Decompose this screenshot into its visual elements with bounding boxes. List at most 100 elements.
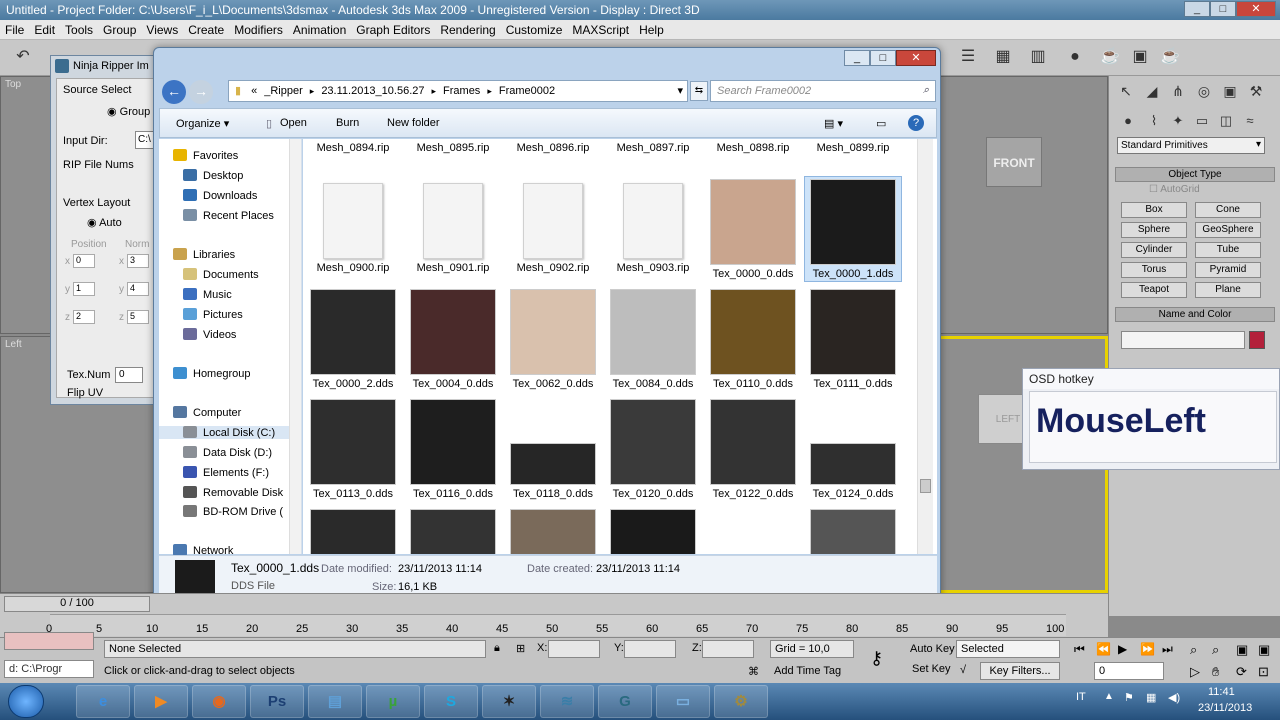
pyramid-button[interactable]: Pyramid bbox=[1195, 262, 1261, 278]
create-tab-icon[interactable]: ↖ bbox=[1113, 78, 1139, 104]
file-item[interactable] bbox=[405, 507, 501, 554]
cylinder-button[interactable]: Cylinder bbox=[1121, 242, 1187, 258]
language-indicator[interactable]: IT bbox=[1076, 691, 1086, 703]
file-item[interactable] bbox=[305, 507, 401, 554]
file-item[interactable]: Tex_0000_1.dds bbox=[804, 176, 902, 282]
teapot-button[interactable]: Teapot bbox=[1121, 282, 1187, 298]
menu-group[interactable]: Group bbox=[98, 20, 141, 40]
menu-rendering[interactable]: Rendering bbox=[435, 20, 500, 40]
curve-editor-icon[interactable]: ▦ bbox=[990, 44, 1016, 70]
sphere-button[interactable]: Sphere bbox=[1121, 222, 1187, 238]
set-key-icon[interactable]: ⚷ bbox=[870, 648, 883, 669]
clock-time[interactable]: 11:41 bbox=[1208, 686, 1235, 698]
file-item[interactable]: Tex_0000_0.dds bbox=[705, 177, 801, 281]
nav-item-homegroup[interactable]: Homegroup bbox=[173, 367, 250, 380]
clock-date[interactable]: 23/11/2013 bbox=[1198, 702, 1252, 714]
menu-graph-editors[interactable]: Graph Editors bbox=[351, 20, 435, 40]
zoom-extents-all-icon[interactable]: ▣ bbox=[1258, 642, 1270, 658]
texnum-field[interactable]: 0 bbox=[115, 367, 143, 383]
view-options-icon[interactable]: ▤ ▾ bbox=[824, 117, 843, 130]
maxscript-mini-listener[interactable] bbox=[4, 632, 94, 650]
file-item[interactable] bbox=[505, 507, 601, 554]
menu-views[interactable]: Views bbox=[141, 20, 183, 40]
breadcrumb-separator-icon[interactable]: ▸ bbox=[310, 86, 315, 96]
explorer-minimize-button[interactable]: _ bbox=[844, 50, 870, 66]
file-view-scrollbar[interactable] bbox=[917, 139, 933, 554]
render-setup-icon[interactable]: ☕ bbox=[1097, 44, 1123, 70]
zoom-extents-icon[interactable]: ▣ bbox=[1236, 642, 1248, 658]
preview-pane-icon[interactable]: ▭ bbox=[876, 117, 886, 130]
network-tray-icon[interactable]: ▦ bbox=[1146, 691, 1156, 704]
menu-animation[interactable]: Animation bbox=[288, 20, 351, 40]
nav-item-libraries[interactable]: Libraries bbox=[173, 248, 235, 261]
menu-maxscript[interactable]: MAXScript bbox=[567, 20, 634, 40]
file-item[interactable]: Mesh_0895.rip bbox=[405, 139, 501, 169]
nav-item-videos[interactable]: Videos bbox=[183, 328, 236, 341]
file-item[interactable]: Tex_0110_0.dds bbox=[705, 287, 801, 391]
ninja-icon[interactable]: ✶ bbox=[482, 685, 536, 718]
torus-button[interactable]: Torus bbox=[1121, 262, 1187, 278]
file-item[interactable]: Mesh_0897.rip bbox=[605, 139, 701, 169]
set-key-button[interactable]: Set Key bbox=[912, 663, 951, 675]
file-item[interactable]: Tex_0062_0.dds bbox=[505, 287, 601, 391]
address-dropdown-icon[interactable]: ▾ bbox=[677, 84, 683, 97]
utilities-tab-icon[interactable]: ⚒ bbox=[1243, 78, 1269, 104]
close-button[interactable]: ✕ bbox=[1236, 1, 1276, 17]
current-frame-field[interactable]: 0 bbox=[1094, 662, 1164, 680]
key-mode-icon[interactable]: √ bbox=[960, 664, 966, 676]
object-name-input[interactable] bbox=[1121, 331, 1245, 349]
breadcrumb-item[interactable]: Frame0002 bbox=[499, 85, 555, 97]
file-item[interactable]: Tex_0111_0.dds bbox=[805, 287, 901, 391]
zoom-all-icon[interactable]: ⌕ bbox=[1212, 642, 1219, 658]
skype-icon[interactable]: S bbox=[424, 685, 478, 718]
tube-button[interactable]: Tube bbox=[1195, 242, 1261, 258]
geometry-icon[interactable]: ● bbox=[1115, 108, 1141, 134]
file-item[interactable]: Tex_0084_0.dds bbox=[605, 287, 701, 391]
schematic-icon[interactable]: ▥ bbox=[1025, 44, 1051, 70]
vertex-index-field[interactable]: 5 bbox=[127, 310, 149, 324]
vertex-index-field[interactable]: 1 bbox=[73, 282, 95, 296]
photoshop-icon[interactable]: Ps bbox=[250, 685, 304, 718]
auto-radio[interactable]: ◉ Auto bbox=[87, 216, 122, 229]
burn-button[interactable]: Burn bbox=[336, 117, 359, 129]
help-icon[interactable]: ? bbox=[908, 115, 924, 131]
file-item[interactable]: Tex_0000_2.dds bbox=[305, 287, 401, 391]
next-frame-icon[interactable]: ⏩ bbox=[1140, 642, 1155, 656]
maximize-button[interactable]: □ bbox=[1210, 1, 1236, 17]
geosphere-button[interactable]: GeoSphere bbox=[1195, 222, 1261, 238]
breadcrumb-item[interactable]: Frames bbox=[443, 85, 480, 97]
object-color-swatch[interactable] bbox=[1249, 331, 1265, 349]
key-filter-select[interactable]: Selected bbox=[956, 640, 1060, 658]
time-tag-icon[interactable]: ⌘ bbox=[748, 665, 759, 678]
back-button[interactable]: ← bbox=[162, 80, 186, 104]
volume-icon[interactable]: ◀) bbox=[1168, 691, 1180, 704]
explorer-close-button[interactable]: ✕ bbox=[896, 50, 936, 66]
auto-key-button[interactable]: Auto Key bbox=[910, 643, 955, 655]
x-coordinate-field[interactable] bbox=[548, 640, 600, 658]
menu-file[interactable]: File bbox=[0, 20, 29, 40]
search-input[interactable]: Search Frame0002 ⌕ bbox=[710, 80, 936, 102]
nav-item-removable-disk[interactable]: Removable Disk bbox=[183, 486, 283, 499]
file-item[interactable]: Mesh_0902.rip bbox=[505, 177, 601, 281]
box-button[interactable]: Box bbox=[1121, 202, 1187, 218]
address-bar[interactable]: ▮ « _Ripper ▸ 23.11.2013_10.56.27 ▸ Frames ▸ Fr… bbox=[228, 80, 688, 102]
file-item[interactable]: Mesh_0898.rip bbox=[705, 139, 801, 169]
breadcrumb-item[interactable]: « bbox=[251, 85, 257, 97]
file-item[interactable]: Tex_0120_0.dds bbox=[605, 397, 701, 501]
render-icon[interactable]: ☕ bbox=[1157, 44, 1183, 70]
file-item[interactable]: Mesh_0894.rip bbox=[305, 139, 401, 169]
action-center-icon[interactable]: ⚑ bbox=[1124, 691, 1134, 704]
file-item[interactable]: Tex_0004_0.dds bbox=[405, 287, 501, 391]
file-item[interactable]: Mesh_0900.rip bbox=[305, 177, 401, 281]
play-icon[interactable]: ▶ bbox=[1118, 642, 1127, 656]
modify-tab-icon[interactable]: ◢ bbox=[1139, 78, 1165, 104]
primitive-type-select[interactable]: Standard Primitives ▾ bbox=[1117, 137, 1265, 154]
breadcrumb-separator-icon[interactable]: ▸ bbox=[432, 86, 437, 96]
firefox-icon[interactable]: ◉ bbox=[192, 685, 246, 718]
z-coordinate-field[interactable] bbox=[702, 640, 754, 658]
undo-icon[interactable]: ↶ bbox=[10, 44, 36, 70]
add-time-tag-button[interactable]: Add Time Tag bbox=[774, 665, 841, 677]
new-folder-button[interactable]: New folder bbox=[387, 117, 440, 129]
breadcrumb-separator-icon[interactable]: ▸ bbox=[487, 86, 492, 96]
maxscript-listener-field[interactable]: d: C:\Progr bbox=[4, 660, 94, 678]
